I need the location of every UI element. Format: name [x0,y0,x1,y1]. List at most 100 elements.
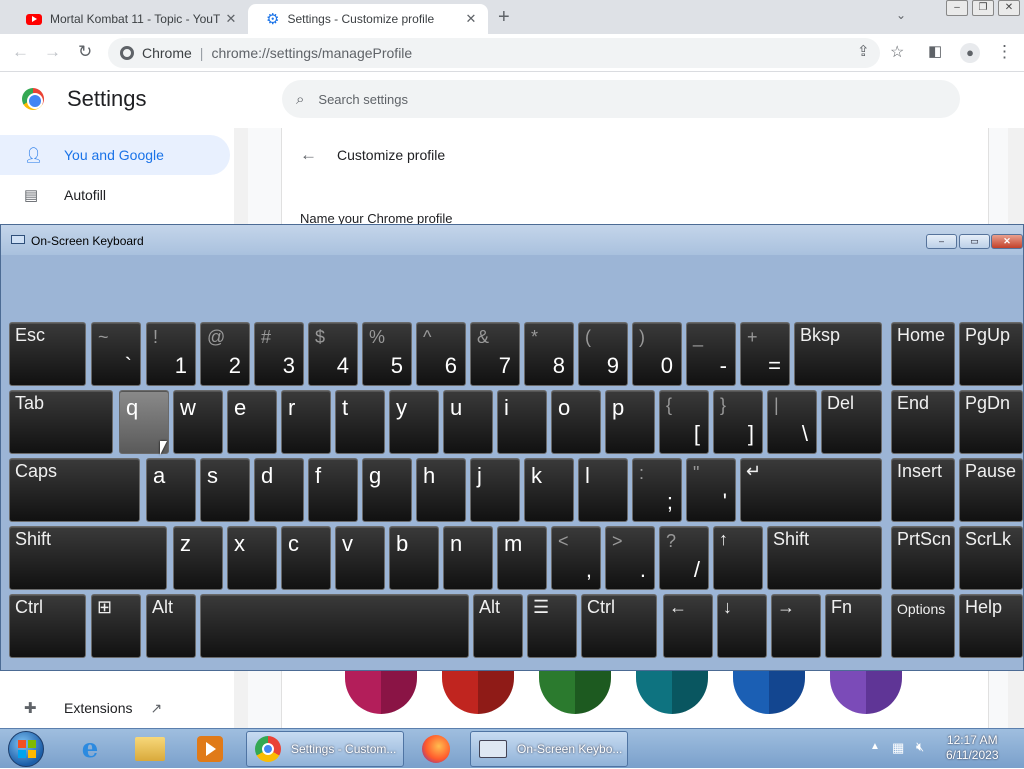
key-symbol[interactable]: " ' [686,458,736,522]
key-prtscn[interactable]: PrtScn [891,526,955,590]
firefox-icon[interactable] [414,731,458,767]
key-g[interactable]: g [362,458,412,522]
key-alt[interactable]: Alt [473,594,523,658]
key-fn[interactable]: Fn [825,594,882,658]
new-tab-button[interactable]: + [498,6,510,29]
key-shift[interactable]: Shift [9,526,167,590]
key-symbol[interactable]: }] [713,390,763,454]
restore-button[interactable]: ❐ [972,0,994,16]
key-symbol[interactable]: _ - [686,322,736,386]
file-explorer-icon[interactable] [128,731,172,767]
key-l[interactable]: l [578,458,628,522]
key-3[interactable]: #3 [254,322,304,386]
key-4[interactable]: $4 [308,322,358,386]
key-shift[interactable]: Shift [767,526,882,590]
key-bksp[interactable]: Bksp [794,322,882,386]
key-symbol[interactable]: ⊞ [91,594,141,658]
key-8[interactable]: * 8 [524,322,574,386]
key-home[interactable]: Home [891,322,955,386]
osk-maximize-button[interactable]: ▭ [959,234,990,249]
key-symbol[interactable]: | \ [767,390,817,454]
key-7[interactable]: & 7 [470,322,520,386]
key-j[interactable]: j [470,458,520,522]
key-ctrl[interactable]: Ctrl [9,594,86,658]
close-icon[interactable]: ✕ [220,11,242,27]
search-input[interactable]: ⌕ Search settings [282,80,960,118]
key-n[interactable]: n [443,526,493,590]
key-symbol[interactable]: {[ [659,390,709,454]
osk-minimize-button[interactable]: – [926,234,957,249]
key-caps[interactable]: Caps [9,458,140,522]
back-arrow-icon[interactable]: ← [12,42,29,62]
key-u[interactable]: u [443,390,493,454]
key-symbol[interactable]: ~ ` [91,322,141,386]
key-i[interactable]: i [497,390,547,454]
tab-youtube[interactable]: Mortal Kombat 11 - Topic - YouTu ✕ [8,4,248,34]
key-symbol[interactable]: ← [663,594,713,658]
key-space[interactable] [200,594,469,658]
key-symbol[interactable]: <, [551,526,601,590]
key-t[interactable]: t [335,390,385,454]
close-icon[interactable]: ✕ [460,11,482,27]
key-d[interactable]: d [254,458,304,522]
key-symbol[interactable]: ☰ [527,594,577,658]
osk-close-button[interactable]: ✕ [991,234,1023,249]
internet-explorer-icon[interactable]: e [68,731,112,767]
key-symbol[interactable]: ↵ [740,458,882,522]
key-symbol[interactable]: ↓ [717,594,767,658]
key-end[interactable]: End [891,390,955,454]
key-alt[interactable]: Alt [146,594,196,658]
key-c[interactable]: c [281,526,331,590]
key-v[interactable]: v [335,526,385,590]
key-9[interactable]: (9 [578,322,628,386]
osk-titlebar[interactable]: On-Screen Keyboard – ▭ ✕ [1,225,1023,255]
key-0[interactable]: ) 0 [632,322,682,386]
key-symbol[interactable]: :; [632,458,682,522]
key-2[interactable]: @2 [200,322,250,386]
key-del[interactable]: Del [821,390,882,454]
bookmark-star-icon[interactable]: ☆ [890,42,904,62]
minimize-button[interactable]: – [946,0,968,16]
key-o[interactable]: o [551,390,601,454]
address-bar[interactable]: Chrome | chrome://settings/manageProfile [108,38,880,68]
clock[interactable]: 12:17 AM 6/11/2023 [946,733,999,763]
sidebar-item-autofill[interactable]: ▤ Autofill [0,175,230,215]
key-help[interactable]: Help [959,594,1023,658]
volume-muted-icon[interactable]: 🔇︎ [916,739,924,755]
back-arrow-icon[interactable]: ← [300,145,317,165]
sidebar-item-you-and-google[interactable]: 👤︎ You and Google [0,135,230,175]
key-symbol[interactable]: ↑ [713,526,763,590]
reload-icon[interactable]: ↻ [78,42,92,62]
key-pause[interactable]: Pause [959,458,1023,522]
forward-arrow-icon[interactable]: → [44,42,61,62]
taskbar-chrome-button[interactable]: Settings - Custom... [246,731,404,767]
share-icon[interactable]: ⇪ [857,42,870,60]
network-icon[interactable]: ▦ [892,740,904,756]
key-symbol[interactable]: → [771,594,821,658]
key-5[interactable]: % 5 [362,322,412,386]
key-m[interactable]: m [497,526,547,590]
key-p[interactable]: p [605,390,655,454]
key-6[interactable]: ^ 6 [416,322,466,386]
key-pgdn[interactable]: PgDn [959,390,1023,454]
key-w[interactable]: w [173,390,223,454]
key-symbol[interactable]: >. [605,526,655,590]
key-z[interactable]: z [173,526,223,590]
key-scrlk[interactable]: ScrLk [959,526,1023,590]
key-insert[interactable]: Insert [891,458,955,522]
key-e[interactable]: e [227,390,277,454]
key-s[interactable]: s [200,458,250,522]
tab-settings[interactable]: ⚙ Settings - Customize profile ✕ [248,4,488,34]
key-ctrl[interactable]: Ctrl [581,594,657,658]
key-tab[interactable]: Tab [9,390,113,454]
key-y[interactable]: y [389,390,439,454]
key-options[interactable]: Options [891,594,955,658]
menu-kebab-icon[interactable]: ⋮ [996,42,1013,62]
key-a[interactable]: a [146,458,196,522]
key-pgup[interactable]: PgUp [959,322,1023,386]
key-r[interactable]: r [281,390,331,454]
profile-avatar-icon[interactable]: ● [960,43,980,63]
key-b[interactable]: b [389,526,439,590]
key-k[interactable]: k [524,458,574,522]
sidebar-item-extensions[interactable]: ✚ Extensions ↗ [0,688,230,728]
